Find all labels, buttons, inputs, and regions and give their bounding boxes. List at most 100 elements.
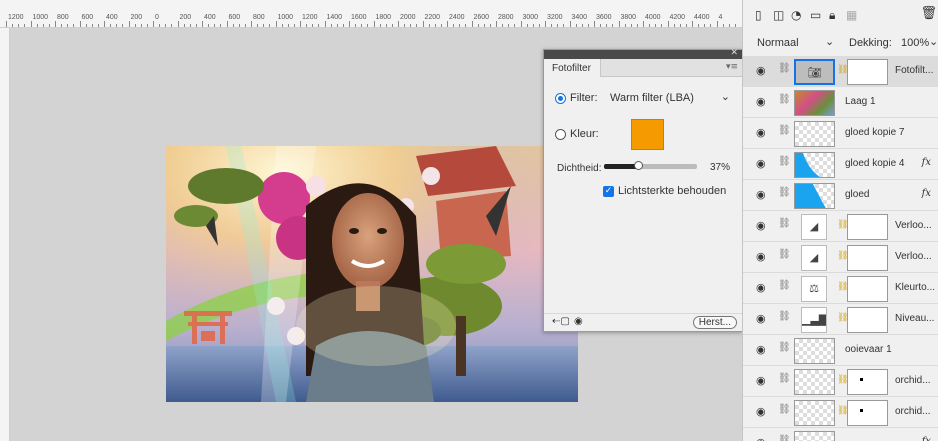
- layer-row[interactable]: ◉ ⛓ ⛓ orchid...: [743, 397, 938, 428]
- layer-mask-thumbnail[interactable]: [847, 307, 888, 333]
- chevron-down-icon[interactable]: ⌄: [825, 35, 834, 48]
- chevron-down-icon[interactable]: ⌄: [929, 35, 938, 48]
- color-radio[interactable]: [555, 128, 566, 140]
- filter-radio[interactable]: [555, 92, 566, 104]
- layer-name[interactable]: Niveau...: [895, 313, 934, 324]
- visibility-eye-icon[interactable]: ◉: [756, 188, 766, 201]
- layer-thumbnail[interactable]: [794, 90, 835, 116]
- preserve-luminosity-label[interactable]: Lichtsterkte behouden: [618, 185, 726, 197]
- lock-icon[interactable]: 🔒︎: [829, 8, 835, 23]
- visibility-eye-icon[interactable]: ◉: [756, 250, 766, 263]
- layer-thumbnail[interactable]: [794, 183, 835, 209]
- panel-menu-icon[interactable]: ▾≡: [726, 62, 738, 72]
- layer-thumbnail[interactable]: [794, 369, 835, 395]
- layer-thumbnail[interactable]: ▁▃▇▅: [801, 307, 827, 333]
- shape-filter-icon[interactable]: ▭: [810, 8, 821, 22]
- layer-row[interactable]: ◉ ⛓ ⛓ orchid...: [743, 366, 938, 397]
- layer-row[interactable]: ◉ ⛓ ⚖ ⛓ Kleurto...: [743, 273, 938, 304]
- density-value[interactable]: 37%: [710, 162, 730, 173]
- link-icon[interactable]: ⛓: [778, 94, 791, 105]
- density-slider-handle[interactable]: [634, 161, 644, 170]
- layer-thumbnail[interactable]: [794, 152, 835, 178]
- layer-thumbnail[interactable]: 📷︎: [794, 59, 835, 85]
- panel-titlebar[interactable]: ✕: [544, 48, 742, 59]
- link-icon[interactable]: ⛓: [778, 218, 791, 229]
- visibility-eye-icon[interactable]: ◉: [756, 126, 766, 139]
- layer-name[interactable]: Laag 1: [845, 96, 876, 107]
- link-icon[interactable]: ⛓: [778, 187, 791, 198]
- layer-row[interactable]: ◉ ⛓ gloed kopie 4 fx: [743, 149, 938, 180]
- color-option[interactable]: Kleur:: [555, 128, 599, 140]
- layer-row[interactable]: ◉ ⛓ gloed kopie 7: [743, 118, 938, 149]
- visibility-eye-icon[interactable]: ◉: [756, 219, 766, 232]
- link-icon[interactable]: ⛓: [778, 125, 791, 136]
- layer-name[interactable]: orchid...: [895, 406, 931, 417]
- close-icon[interactable]: ✕: [730, 48, 738, 58]
- layer-row[interactable]: ◉ ⛓ ooievaar 1: [743, 335, 938, 366]
- layer-mask-thumbnail[interactable]: [847, 214, 888, 240]
- visibility-eye-icon[interactable]: ◉: [756, 312, 766, 325]
- filter-select[interactable]: Warm filter (LBA) ⌄: [610, 90, 734, 108]
- pixel-layer-filter-icon[interactable]: ▯: [755, 8, 762, 22]
- visibility-eye-icon[interactable]: ◉: [756, 64, 766, 77]
- layer-name[interactable]: gloed kopie 7: [845, 127, 905, 138]
- layer-name[interactable]: gloed kopie 4: [845, 158, 905, 169]
- layer-effects-icon[interactable]: fx: [922, 436, 931, 441]
- opacity-value[interactable]: 100%: [901, 37, 929, 49]
- layer-row[interactable]: ◉⛓▁▃▇▅⛓Niveau...: [743, 304, 938, 335]
- visibility-eye-icon[interactable]: ◉: [756, 405, 766, 418]
- layer-effects-icon[interactable]: fx: [922, 188, 931, 199]
- visibility-eye-icon[interactable]: ◉: [756, 157, 766, 170]
- clip-to-layer-icon[interactable]: ⇠▢: [552, 316, 570, 327]
- layer-thumbnail[interactable]: ◢: [801, 214, 827, 240]
- link-icon[interactable]: ⛓: [778, 63, 791, 74]
- adjustment-filter-icon[interactable]: ◫: [773, 8, 784, 22]
- layer-thumbnail[interactable]: [794, 431, 835, 441]
- document-artwork[interactable]: [166, 146, 578, 402]
- layer-thumbnail[interactable]: [794, 121, 835, 147]
- layer-thumbnail[interactable]: ◢: [801, 245, 827, 271]
- visibility-eye-icon[interactable]: ◉: [756, 436, 766, 441]
- layer-thumbnail[interactable]: [794, 338, 835, 364]
- layer-row[interactable]: ◉ ⛓ ◢ ⛓ Verloo...: [743, 242, 938, 273]
- visibility-eye-icon[interactable]: ◉: [756, 374, 766, 387]
- layer-row[interactable]: ◉ ⛓ fx: [743, 428, 938, 441]
- smart-object-filter-icon[interactable]: ▦: [846, 8, 857, 22]
- link-icon[interactable]: ⛓: [778, 311, 791, 322]
- layer-mask-thumbnail[interactable]: [847, 245, 888, 271]
- layer-thumbnail[interactable]: ⚖: [801, 276, 827, 302]
- layer-name[interactable]: ooievaar 1: [845, 344, 892, 355]
- layer-name[interactable]: gloed: [845, 189, 869, 200]
- layer-row[interactable]: ◉ ⛓ gloed fx: [743, 180, 938, 211]
- color-swatch[interactable]: [631, 119, 664, 150]
- link-icon[interactable]: ⛓: [778, 280, 791, 291]
- layer-name[interactable]: orchid...: [895, 375, 931, 386]
- layer-effects-icon[interactable]: fx: [922, 157, 931, 168]
- layer-row[interactable]: ◉ ⛓ 📷︎ ⛓ Fotofilt...: [743, 56, 938, 87]
- layer-name[interactable]: Verloo...: [895, 220, 932, 231]
- link-icon[interactable]: ⛓: [778, 249, 791, 260]
- layer-thumbnail[interactable]: [794, 400, 835, 426]
- preserve-luminosity-checkbox[interactable]: ✓: [603, 186, 614, 197]
- type-filter-icon[interactable]: ◔: [791, 8, 801, 22]
- layer-name[interactable]: Fotofilt...: [895, 65, 933, 76]
- reset-button[interactable]: Herst...: [692, 316, 737, 329]
- trash-icon[interactable]: 🗑︎: [920, 6, 937, 21]
- layer-mask-thumbnail[interactable]: [847, 369, 888, 395]
- layer-row[interactable]: ◉ ⛓ Laag 1: [743, 87, 938, 118]
- visibility-eye-icon[interactable]: ◉: [756, 281, 766, 294]
- visibility-eye-icon[interactable]: ◉: [756, 95, 766, 108]
- visibility-eye-icon[interactable]: ◉: [574, 316, 583, 327]
- layer-mask-thumbnail[interactable]: [847, 59, 888, 85]
- link-icon[interactable]: ⛓: [778, 435, 791, 441]
- visibility-eye-icon[interactable]: ◉: [756, 343, 766, 356]
- layer-mask-thumbnail[interactable]: [847, 276, 888, 302]
- layer-name[interactable]: Kleurto...: [895, 282, 935, 293]
- filter-option[interactable]: Filter:: [555, 92, 598, 104]
- layer-row[interactable]: ◉ ⛓ ◢ ⛓ Verloo...: [743, 211, 938, 242]
- density-slider[interactable]: [604, 161, 697, 170]
- blend-mode-select[interactable]: Normaal: [757, 37, 799, 49]
- layer-mask-thumbnail[interactable]: [847, 400, 888, 426]
- link-icon[interactable]: ⛓: [778, 342, 791, 353]
- link-icon[interactable]: ⛓: [778, 156, 791, 167]
